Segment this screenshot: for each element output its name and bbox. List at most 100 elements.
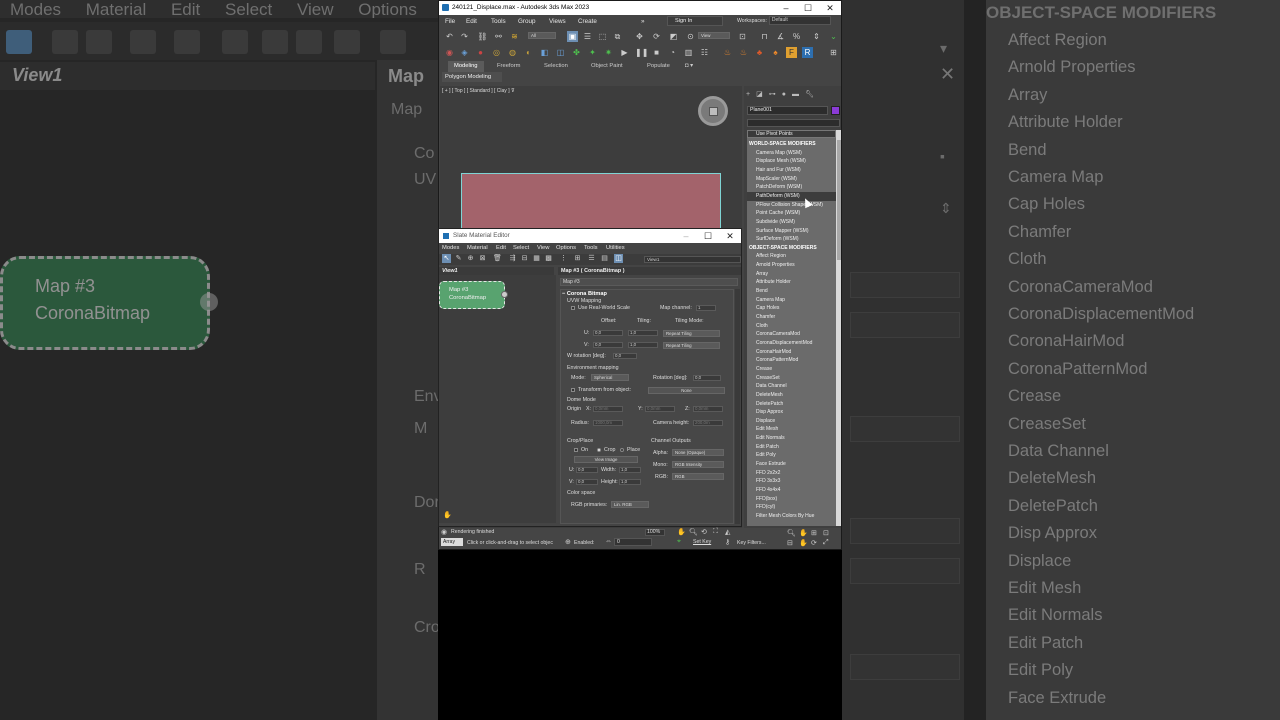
slate-node-canvas[interactable]: ✋ xyxy=(439,275,556,523)
slate-menu-modes[interactable]: Modes xyxy=(442,243,459,254)
camera-height-spinner[interactable]: 200,0m xyxy=(693,420,723,426)
menu-edit[interactable]: Edit xyxy=(466,15,477,28)
maximize-toggle-icon[interactable]: ⤢ xyxy=(823,539,829,547)
named-selection-icon[interactable]: ◉ xyxy=(444,47,455,58)
auto-key-icon[interactable]: ⌖ xyxy=(677,538,681,546)
viewport-label-text[interactable]: [ + ] [ Top ] [ Standard ] [ Clay ] xyxy=(442,88,510,94)
v-tiling-mode-dropdown[interactable]: Repeat Tiling xyxy=(663,342,720,349)
create-tab-icon[interactable]: + xyxy=(746,91,750,98)
zoom-extents-icon[interactable]: ⛶ xyxy=(713,528,718,536)
workspace-dropdown[interactable]: Default xyxy=(768,16,831,26)
map-name-field[interactable]: Map #3 xyxy=(560,278,738,286)
rotate-icon[interactable]: ⟳ xyxy=(651,31,662,42)
hierarchy-tab-icon[interactable]: ⊶ xyxy=(769,91,776,98)
parameter-scrollbar[interactable] xyxy=(735,289,740,524)
modifier-list-scrollbar[interactable] xyxy=(836,130,841,526)
origin-y-spinner[interactable]: 0,0mm xyxy=(645,406,675,412)
pan-hand-icon[interactable]: ✋ xyxy=(443,511,452,519)
v-offset-spinner[interactable]: 0,0 xyxy=(593,342,623,348)
modifier-list-dropdown[interactable] xyxy=(747,119,840,127)
modifier-list-item[interactable]: Edit Normals xyxy=(747,434,836,443)
play-icon[interactable]: ▶ xyxy=(619,47,630,58)
rgb-primaries-dropdown[interactable]: Lin. RGB xyxy=(611,501,649,508)
link-icon[interactable]: ⛓ xyxy=(477,31,488,42)
modifier-list-item[interactable]: Crease xyxy=(747,365,836,374)
forest-pack-icon[interactable]: F xyxy=(786,47,797,58)
corona-light-icon[interactable]: ♠ xyxy=(770,47,781,58)
corona-render-icon[interactable]: ♨ xyxy=(722,47,733,58)
zoom-region-icon[interactable]: ⊞ xyxy=(811,529,817,537)
transform-object-none-button[interactable]: None xyxy=(648,387,725,394)
modifier-list-item[interactable]: PFlow Collision Shape (WSM) xyxy=(747,201,836,210)
menu-tools[interactable]: Tools xyxy=(491,15,506,28)
angle-snap-icon[interactable]: ∡ xyxy=(775,31,786,42)
key-filters-button[interactable]: Key Filters... xyxy=(737,540,766,546)
use-pivot-points-checkbox[interactable]: Use Pivot Points xyxy=(747,130,836,138)
modifier-list-item[interactable]: Surface Mapper (WSM) xyxy=(747,227,836,236)
origin-x-spinner[interactable]: 0,0mm xyxy=(593,406,623,412)
crop-u-spinner[interactable]: 0,0 xyxy=(576,467,598,473)
viewcube[interactable] xyxy=(698,96,728,126)
sign-in-button[interactable]: Sign In xyxy=(667,16,723,26)
corona-fb-icon[interactable]: ♣ xyxy=(754,47,765,58)
stop-icon[interactable]: ■ xyxy=(651,47,662,58)
slate-menu-tools[interactable]: Tools xyxy=(584,243,598,254)
modifier-list-item[interactable]: CoronaDisplacementMod xyxy=(747,339,836,348)
slate-maximize-icon[interactable]: ☐ xyxy=(697,229,719,243)
modifier-list-item[interactable]: Attribute Holder xyxy=(747,278,836,287)
render-setup-icon[interactable]: ✦ xyxy=(587,47,598,58)
modifier-list-item[interactable]: Displace xyxy=(747,417,836,426)
undo-icon[interactable]: ↶ xyxy=(444,31,455,42)
slate-menu-select[interactable]: Select xyxy=(513,243,529,254)
v-tiling-spinner[interactable]: 1,0 xyxy=(628,342,658,348)
slate-view-dropdown[interactable]: View1 xyxy=(644,256,741,263)
modifier-list-item[interactable]: DeleteMesh xyxy=(747,391,836,400)
modifier-list-item[interactable]: Affect Region xyxy=(747,252,836,261)
crop-on-checkbox[interactable] xyxy=(574,448,578,452)
slate-layout-icon[interactable]: ⋮ xyxy=(559,254,568,263)
place-radio[interactable] xyxy=(620,448,624,452)
align-icon[interactable]: ● xyxy=(475,47,486,58)
curve-editor-icon[interactable]: ◧ xyxy=(539,47,550,58)
slate-move-children-icon[interactable]: ⇶ xyxy=(508,254,517,263)
node-output-socket[interactable] xyxy=(501,291,508,298)
modifier-list-item[interactable]: Cap Holes xyxy=(747,304,836,313)
maximize-icon[interactable]: ☐ xyxy=(797,1,819,15)
slate-show-map-icon[interactable]: ▦ xyxy=(532,254,541,263)
rollout-title[interactable]: − Corona Bitmap xyxy=(562,291,607,297)
slate-hide-unused-icon[interactable]: ⊟ xyxy=(520,254,529,263)
viewport-label[interactable]: [ + ] [ Top ] [ Standard ] [ Clay ] ⊽ xyxy=(442,88,515,94)
modifier-list-item[interactable]: Displace Mesh (WSM) xyxy=(747,157,836,166)
isolate-icon[interactable]: ⊕ xyxy=(565,538,571,546)
grid-icon[interactable]: ⊞ xyxy=(828,47,839,58)
alpha-output-dropdown[interactable]: None (Opaque) xyxy=(672,449,724,456)
slate-menu-view[interactable]: View xyxy=(537,243,549,254)
menu-overflow-icon[interactable]: » xyxy=(641,15,645,28)
tab-populate[interactable]: Populate xyxy=(647,61,670,72)
modifier-list-item[interactable]: CoronaPatternMod xyxy=(747,356,836,365)
modifier-list-item[interactable]: Face Extrude xyxy=(747,460,836,469)
u-tiling-mode-dropdown[interactable]: Repeat Tiling xyxy=(663,330,720,337)
menu-group[interactable]: Group xyxy=(518,15,536,28)
toggle-ribbon-icon[interactable]: ◐ xyxy=(523,47,534,58)
polygon-modeling-panel[interactable]: Polygon Modeling xyxy=(442,72,502,82)
schematic-view-icon[interactable]: ◫ xyxy=(555,47,566,58)
select-by-name-icon[interactable]: ☰ xyxy=(582,31,593,42)
modifier-list-item[interactable]: CreaseSet xyxy=(747,374,836,383)
railclone-icon[interactable]: R xyxy=(802,47,813,58)
object-color-swatch[interactable] xyxy=(831,106,840,115)
percent-snap-icon[interactable]: % xyxy=(791,31,802,42)
slate-view-tab[interactable]: View1 xyxy=(439,267,554,275)
crop-v-spinner[interactable]: 0,0 xyxy=(576,479,598,485)
modifier-list-item[interactable]: FFD 4x4x4 xyxy=(747,486,836,495)
tab-freeform[interactable]: Freeform xyxy=(497,61,521,72)
close-icon[interactable]: ✕ xyxy=(819,1,841,15)
select-object-icon[interactable]: ▣ xyxy=(567,31,578,42)
modifier-list-item[interactable]: SurfDeform (WSM) xyxy=(747,235,836,244)
redo-icon[interactable]: ↷ xyxy=(459,31,470,42)
bind-space-warp-icon[interactable]: ≋ xyxy=(509,31,520,42)
slate-select-icon[interactable]: ↖ xyxy=(442,254,451,263)
pivot-center-icon[interactable]: ⊡ xyxy=(737,31,748,42)
transform-from-object-checkbox[interactable] xyxy=(571,388,575,392)
modifier-list-item[interactable]: FFD 3x3x3 xyxy=(747,477,836,486)
